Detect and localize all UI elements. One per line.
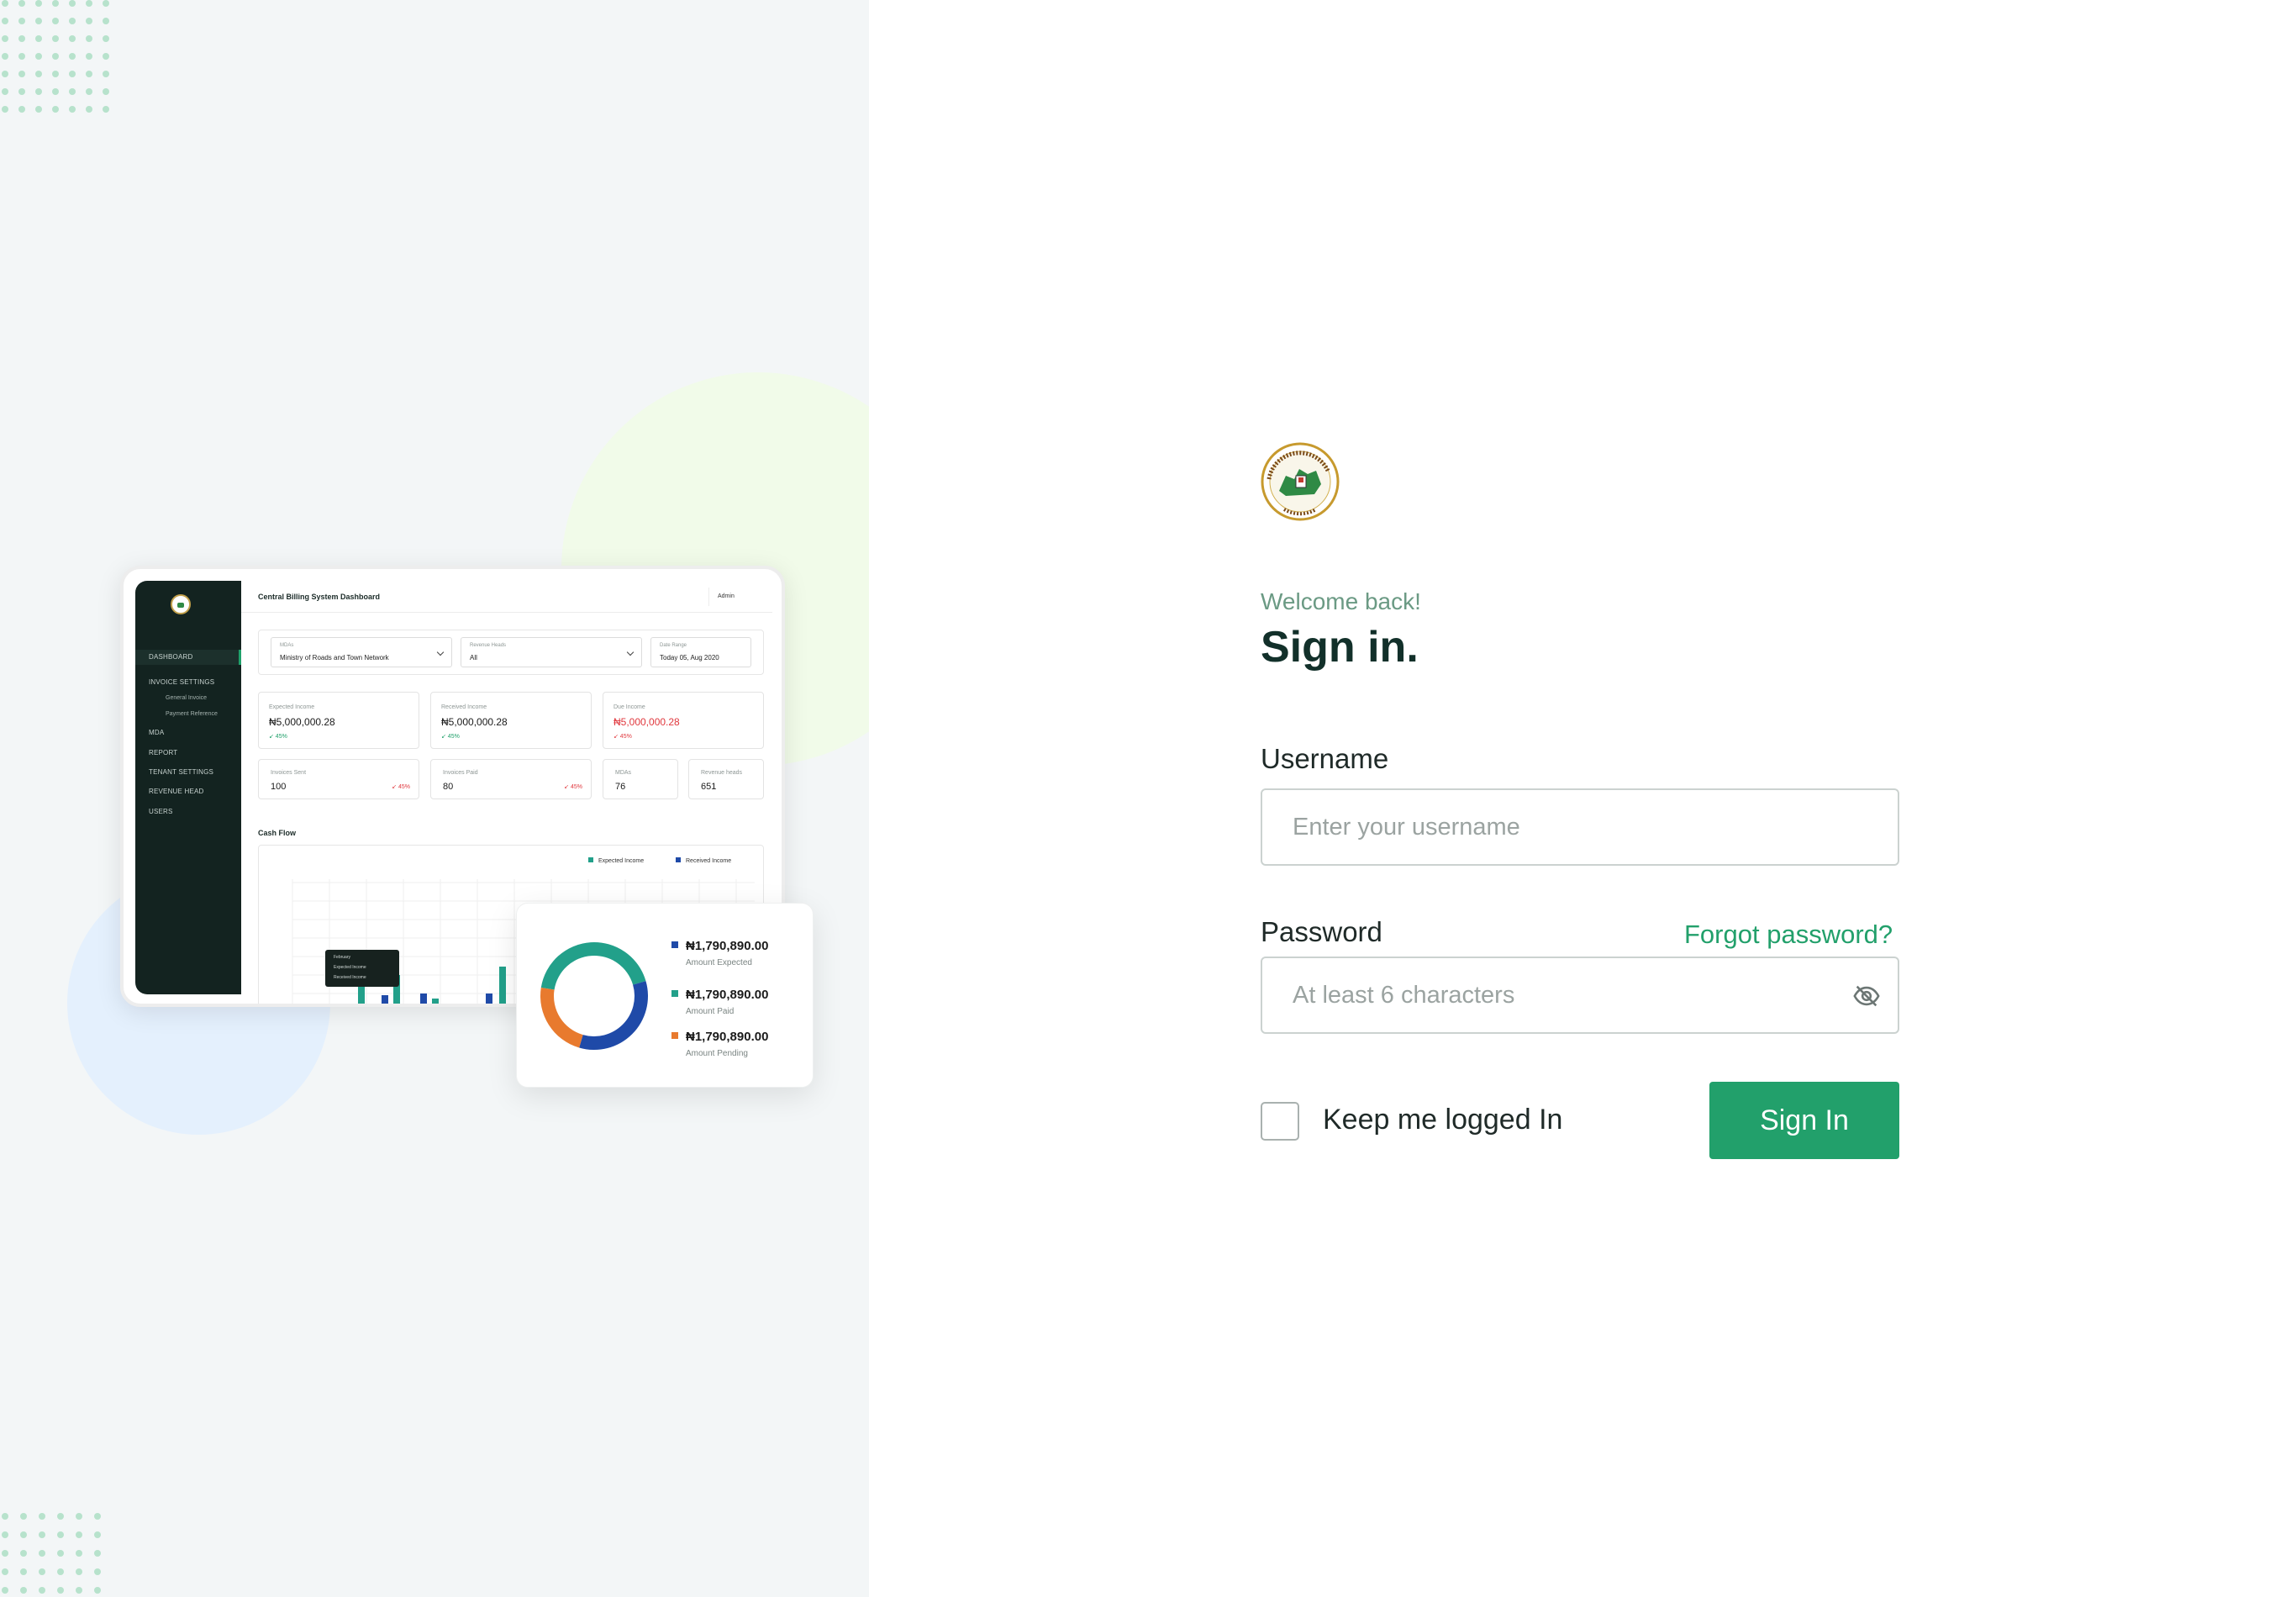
mock-card-change: ↙ 45%: [613, 734, 632, 740]
mock-sidebar-item: TENANT SETTINGS: [149, 768, 214, 776]
mock-card-expected-income: Expected Income ₦5,000,000.28 ↙ 45%: [258, 692, 419, 749]
donut-chart: [540, 941, 649, 1051]
username-label: Username: [1261, 743, 1389, 774]
legend-swatch: [671, 990, 678, 997]
mock-card-due-income: Due Income ₦5,000,000.28 ↙ 45%: [603, 692, 764, 749]
mock-card-invoices-sent: Invoices Sent 100 ↙ 45%: [258, 759, 419, 799]
mock-card-revenue-heads: Revenue heads 651: [688, 759, 764, 799]
mock-card-received-income: Received Income ₦5,000,000.28 ↙ 45%: [430, 692, 592, 749]
legend-swatch: [671, 941, 678, 948]
username-input[interactable]: [1261, 788, 1899, 866]
donut-legend-label: Amount Paid: [686, 1007, 735, 1016]
keep-logged-in-label[interactable]: Keep me logged In: [1323, 1104, 1562, 1136]
forgot-password-link[interactable]: Forgot password?: [1684, 920, 1893, 950]
sign-in-button[interactable]: Sign In: [1709, 1082, 1899, 1159]
mock-filter-value: All: [470, 654, 477, 661]
illustration-panel: DASHBOARD INVOICE SETTINGS General Invoi…: [0, 0, 869, 1597]
mock-card-value: ₦5,000,000.28: [441, 716, 508, 728]
mock-filter-label: Date Range: [660, 643, 687, 648]
mock-card-value: 80: [443, 782, 454, 792]
donut-slice: [540, 941, 646, 990]
mock-card-mdas: MDAs 76: [603, 759, 678, 799]
mock-card-label: Expected Income: [269, 704, 315, 710]
password-input[interactable]: [1261, 957, 1899, 1034]
donut-legend-label: Amount Pending: [686, 1049, 748, 1058]
mock-card-invoices-paid: Invoices Paid 80 ↙ 45%: [430, 759, 592, 799]
mock-filter-label: MDAs: [280, 643, 294, 648]
mock-admin-label: Admin: [718, 593, 735, 599]
donut-summary-card: ₦1,790,890.00 Amount Expected ₦1,790,890…: [516, 903, 814, 1088]
mock-card-value: 100: [271, 782, 287, 792]
mock-topbar: Central Billing System Dashboard Admin: [241, 581, 772, 613]
mock-sidebar-subitem: Payment Reference: [166, 711, 218, 717]
mock-dashboard-title: Central Billing System Dashboard: [258, 593, 381, 601]
mock-sidebar-item: INVOICE SETTINGS: [149, 678, 215, 686]
mock-card-value: 76: [615, 782, 626, 792]
donut-legend-paid: ₦1,790,890.00 Amount Paid: [671, 988, 768, 1016]
state-seal-logo: [1261, 442, 1340, 521]
password-label: Password: [1261, 916, 1382, 947]
mock-card-change: ↙ 45%: [441, 734, 460, 740]
welcome-text: Welcome back!: [1261, 588, 1421, 614]
legend-swatch: [671, 1032, 678, 1039]
mock-sidebar-item: REPORT: [149, 749, 178, 756]
mock-card-label: Due Income: [613, 704, 645, 710]
mock-card-value: ₦5,000,000.28: [613, 716, 680, 728]
donut-legend-value: ₦1,790,890.00: [686, 939, 769, 953]
mock-sidebar-item: REVENUE HEAD: [149, 788, 204, 795]
dot-pattern-top: [2, 0, 109, 113]
donut-legend-pending: ₦1,790,890.00 Amount Pending: [671, 1030, 768, 1058]
donut-legend-value: ₦1,790,890.00: [686, 988, 769, 1002]
mock-filter-revenue-heads: Revenue Heads All: [461, 637, 642, 667]
mock-card-value: 651: [701, 782, 717, 792]
mock-card-change: ↙ 45%: [564, 784, 582, 790]
chevron-down-icon: [626, 648, 635, 656]
mock-card-label: Revenue heads: [701, 770, 743, 776]
mock-filter-mdas: MDAs Ministry of Roads and Town Network: [271, 637, 452, 667]
mock-card-label: Received Income: [441, 704, 487, 710]
mock-tooltip-line: Expected Income: [334, 965, 366, 970]
mock-tooltip-line: Received Income: [334, 975, 366, 980]
mock-sidebar-subitem: General Invoice: [166, 695, 208, 701]
mock-logo: [171, 594, 191, 614]
mock-sidebar-item: USERS: [149, 808, 173, 815]
eye-off-icon[interactable]: [1852, 982, 1881, 1010]
dot-pattern-bottom: [2, 1513, 101, 1594]
mock-admin-menu: Admin: [708, 588, 764, 606]
page-title: Sign in.: [1261, 623, 1419, 672]
mock-card-change: ↙ 45%: [269, 734, 287, 740]
mock-card-label: Invoices Paid: [443, 770, 478, 776]
donut-legend-label: Amount Expected: [686, 958, 752, 967]
mock-sidebar-item: MDA: [149, 729, 165, 736]
mock-chart-tooltip: February Expected Income Received Income: [325, 950, 399, 987]
chevron-down-icon: [436, 648, 445, 656]
mock-filter-value: Ministry of Roads and Town Network: [280, 654, 389, 661]
mock-filter-label: Revenue Heads: [470, 643, 507, 648]
mock-card-value: ₦5,000,000.28: [269, 716, 335, 728]
mock-tooltip-title: February: [334, 955, 351, 960]
mock-card-label: MDAs: [615, 770, 632, 776]
mock-card-label: Invoices Sent: [271, 770, 307, 776]
mock-filters: MDAs Ministry of Roads and Town Network …: [258, 630, 764, 675]
mock-filter-value: Today 05, Aug 2020: [660, 654, 719, 661]
mock-sidebar-item: DASHBOARD: [149, 653, 193, 661]
donut-slice: [579, 981, 649, 1051]
donut-slice: [540, 987, 583, 1048]
mock-card-change: ↙ 45%: [392, 784, 410, 790]
keep-logged-in-checkbox[interactable]: [1261, 1102, 1299, 1141]
mock-cashflow-title: Cash Flow: [258, 829, 297, 837]
mock-sidebar: DASHBOARD INVOICE SETTINGS General Invoi…: [135, 581, 241, 994]
mock-filter-date-range: Date Range Today 05, Aug 2020: [650, 637, 751, 667]
donut-legend-expected: ₦1,790,890.00 Amount Expected: [671, 939, 768, 967]
donut-legend-value: ₦1,790,890.00: [686, 1030, 769, 1044]
